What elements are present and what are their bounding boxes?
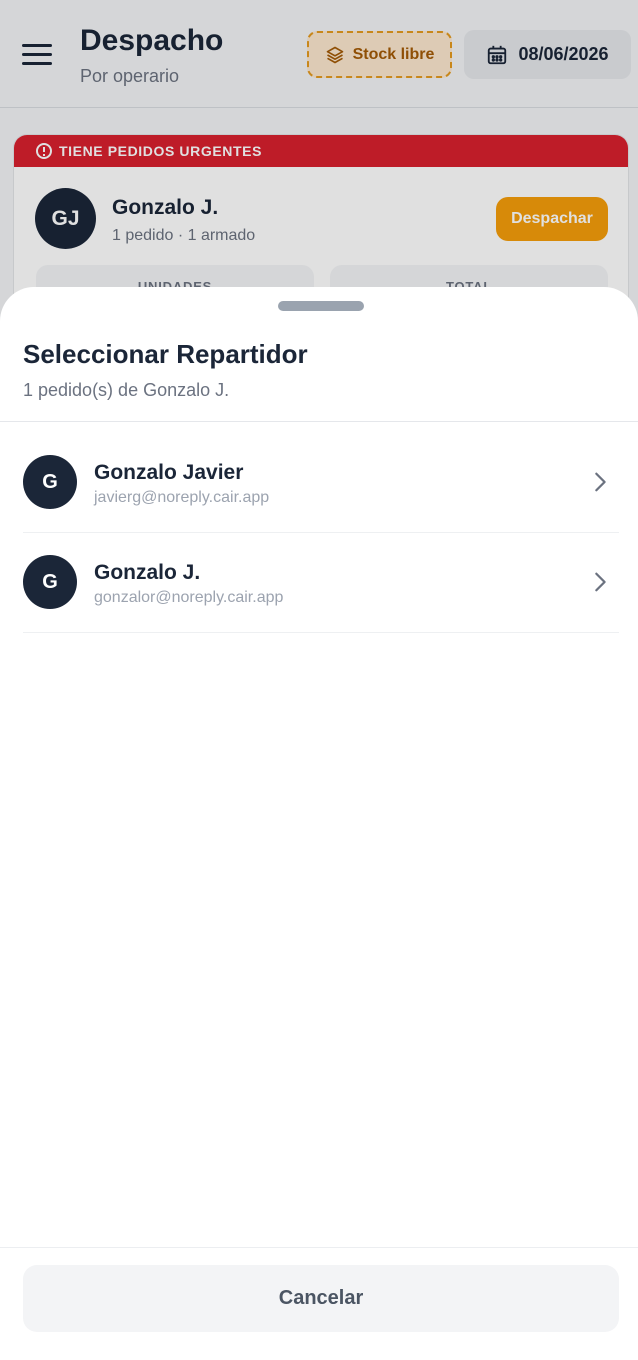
driver-list: G Gonzalo Javier javierg@noreply.cair.ap… [23, 433, 619, 633]
app-screen: Despacho Por operario Stock libre 08/06/… [0, 0, 638, 1360]
cancel-button[interactable]: Cancelar [23, 1265, 619, 1332]
chevron-right-icon [595, 572, 606, 592]
divider [0, 1247, 638, 1248]
sheet-drag-handle[interactable] [278, 301, 364, 311]
select-driver-sheet: Seleccionar Repartidor 1 pedido(s) de Go… [0, 287, 638, 1360]
chevron-right-icon [595, 472, 606, 492]
driver-email: gonzalor@noreply.cair.app [94, 589, 284, 606]
driver-name: Gonzalo Javier [94, 461, 244, 484]
driver-name: Gonzalo J. [94, 561, 201, 584]
divider [0, 421, 638, 422]
sheet-subtitle: 1 pedido(s) de Gonzalo J. [23, 380, 230, 400]
avatar: G [23, 455, 77, 509]
sheet-title: Seleccionar Repartidor [23, 339, 308, 369]
driver-list-item[interactable]: G Gonzalo Javier javierg@noreply.cair.ap… [23, 433, 619, 533]
driver-list-item[interactable]: G Gonzalo J. gonzalor@noreply.cair.app [23, 533, 619, 633]
avatar: G [23, 555, 77, 609]
driver-email: javierg@noreply.cair.app [94, 489, 270, 506]
